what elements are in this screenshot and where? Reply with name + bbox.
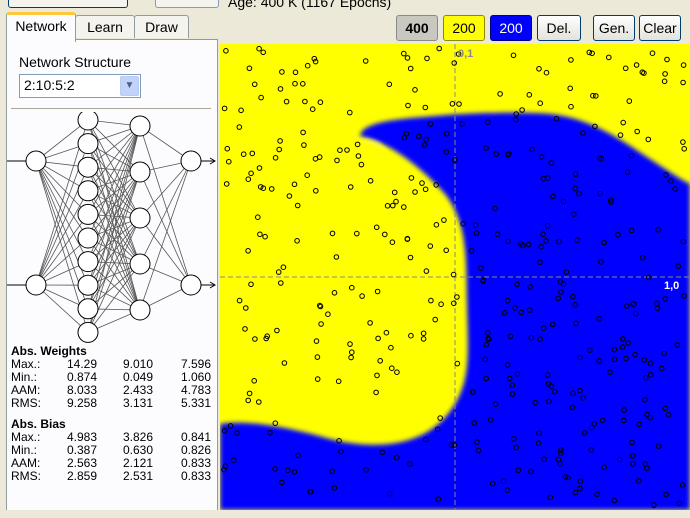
top-strip: Age: 400 K (1167 Epochs) xyxy=(0,0,690,12)
stats-value: 0.833 xyxy=(181,469,212,483)
label-0-1: 0,1 xyxy=(458,48,473,60)
label-1-0: 1,0 xyxy=(664,280,679,292)
count-blue-button[interactable]: 200 xyxy=(490,15,532,41)
neuron xyxy=(129,115,151,137)
neuron xyxy=(25,150,47,172)
neuron xyxy=(129,161,151,183)
neuron xyxy=(77,203,99,225)
bottom-strip xyxy=(0,510,690,518)
connection xyxy=(35,214,89,286)
stats-row: RMS: 9.258 3.131 5.331 xyxy=(11,397,211,410)
stats-row: RMS: 2.859 2.531 0.833 xyxy=(11,470,211,483)
top-button-middle[interactable] xyxy=(155,0,219,8)
neuron xyxy=(180,150,202,172)
neuron xyxy=(77,251,99,273)
stats-value: 2.859 xyxy=(67,469,98,483)
network-structure-select[interactable]: 2:10:5:2 ▼ xyxy=(19,74,141,98)
neuron xyxy=(129,253,151,275)
neuron xyxy=(77,156,99,178)
neuron xyxy=(77,298,99,320)
generate-button[interactable]: Gen. xyxy=(593,15,635,41)
neuron xyxy=(180,274,202,296)
neuron xyxy=(25,274,47,296)
stats-value: 3.131 xyxy=(123,396,154,410)
stats-label: RMS: xyxy=(11,469,41,483)
tab-draw[interactable]: Draw xyxy=(134,15,189,38)
neuron xyxy=(129,207,151,229)
stats-label: RMS: xyxy=(11,396,41,410)
clear-button[interactable]: Clear xyxy=(639,15,681,41)
tab-network[interactable]: Network xyxy=(6,12,76,42)
network-structure-label: Network Structure xyxy=(19,54,132,70)
network-structure-value: 2:10:5:2 xyxy=(24,77,75,93)
divider xyxy=(11,108,211,109)
top-button-left[interactable] xyxy=(8,0,128,8)
chevron-down-icon[interactable]: ▼ xyxy=(120,76,139,96)
plot-toolbar: 400 200 200 Del. Gen. Clear xyxy=(220,12,690,44)
network-panel: Network Structure 2:10:5:2 ▼ Abs. Weight… xyxy=(6,39,218,512)
neuron xyxy=(77,321,99,343)
network-diagram xyxy=(7,112,216,343)
neuron xyxy=(77,274,99,296)
neuron xyxy=(129,299,151,321)
abs-weights-table: Abs. Weights Max.: 14.29 9.010 7.596 Min.: 0.… xyxy=(11,345,211,410)
stats-value: 5.331 xyxy=(181,396,212,410)
neuron xyxy=(77,180,99,202)
abs-bias-table: Abs. Bias Max.: 4.983 3.826 0.841 Min.: 0.387… xyxy=(11,418,211,483)
tab-learn[interactable]: Learn xyxy=(75,15,135,38)
classification-plot[interactable]: 0,1 1,0 xyxy=(220,44,690,510)
count-all-button[interactable]: 400 xyxy=(396,15,438,41)
count-yellow-button[interactable]: 200 xyxy=(443,15,485,41)
delete-button[interactable]: Del. xyxy=(537,15,581,41)
neuron xyxy=(77,227,99,249)
stats-value: 9.258 xyxy=(67,396,98,410)
neuron xyxy=(77,112,99,131)
stats-value: 2.531 xyxy=(123,469,154,483)
neuron xyxy=(77,133,99,155)
age-readout: Age: 400 K (1167 Epochs) xyxy=(228,0,392,10)
